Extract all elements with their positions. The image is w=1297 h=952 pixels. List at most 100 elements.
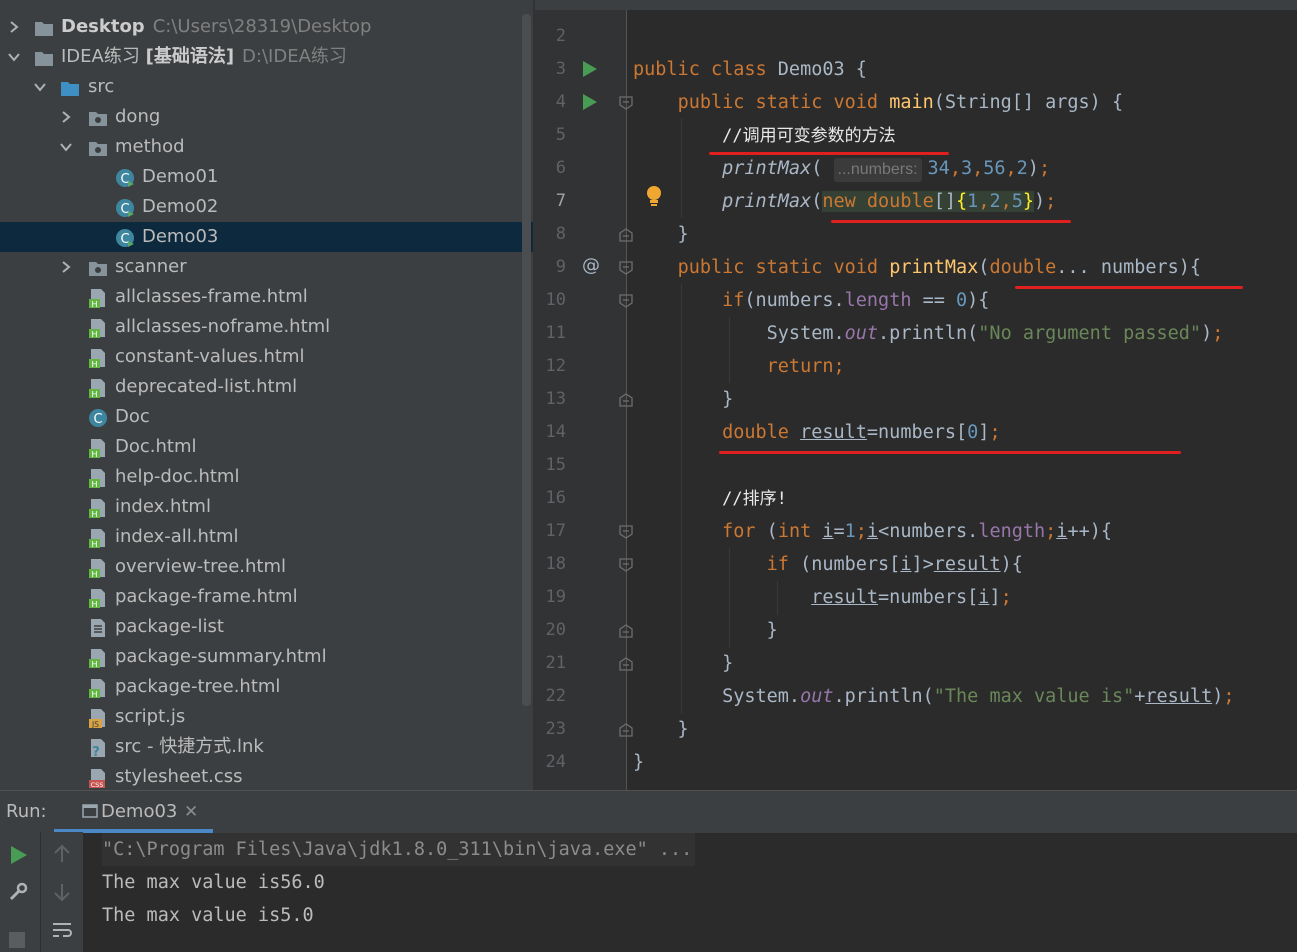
tree-item-demo03[interactable]: C Demo03 [0,222,533,252]
line-number: 8 [555,224,566,244]
text-file-icon [88,618,108,638]
js-file-icon: JS [88,708,108,729]
fold-icon[interactable] [619,557,633,576]
fold-icon[interactable] [619,293,633,312]
java-class-icon: C [115,198,135,218]
tree-item-file[interactable]: H constant-values.html [0,342,533,372]
soft-wrap-icon[interactable] [51,920,73,944]
svg-text:H: H [91,510,97,518]
tree-item-file[interactable]: H deprecated-list.html [0,372,533,402]
line-number: 6 [555,158,566,178]
tree-item-label: Doc.html [115,436,197,457]
arrow-down-icon[interactable] [53,882,71,906]
chevron-right-icon[interactable] [60,261,72,273]
tree-item-file[interactable]: H help-doc.html [0,462,533,492]
tree-item-file[interactable]: JS script.js [0,702,533,732]
run-class-icon[interactable] [583,61,597,81]
tree-item-src[interactable]: src [0,72,533,102]
tree-item-file[interactable]: H allclasses-frame.html [0,282,533,312]
tree-item-file[interactable]: H package-frame.html [0,582,533,612]
tree-item-project[interactable]: IDEA练习 [基础语法] D:\IDEA练习 [0,42,533,72]
tab-demo03[interactable]: Demo03 ✕ [54,791,213,833]
svg-text:H: H [91,570,97,578]
annotation-underline [1015,286,1243,289]
tree-item-label: Demo01 [142,166,219,187]
arrow-up-icon[interactable] [53,844,71,868]
code-line: //调用可变参数的方法 [633,119,895,152]
tree-item-label: script.js [115,706,186,727]
svg-text:CSS: CSS [91,781,104,788]
java-class-icon: C [115,168,135,188]
fold-icon[interactable] [619,656,633,675]
tree-item-label: overview-tree.html [115,556,287,577]
line-number: 17 [545,521,566,541]
source-folder-icon [60,78,80,98]
code-line: System.out.println("No argument passed")… [633,323,1224,344]
svg-text:H: H [91,600,97,608]
tree-item-label: src [88,76,115,97]
rerun-icon[interactable] [11,846,27,868]
code-line: //排序! [633,482,787,515]
annotation-underline [831,220,1071,223]
chevron-down-icon[interactable] [60,141,72,153]
tree-item-file[interactable]: CSS stylesheet.css [0,762,533,790]
fold-icon[interactable] [619,722,633,741]
tree-item-label: Demo03 [142,226,219,247]
tree-item-file[interactable]: C Doc [0,402,533,432]
line-number: 12 [545,356,566,376]
wrench-icon[interactable] [8,882,28,906]
stop-icon[interactable] [9,932,25,952]
tree-item-label: Desktop [61,16,145,37]
tree-item-scanner[interactable]: scanner [0,252,533,282]
code-string: "No argument passed" [978,323,1202,344]
code-editor[interactable]: 2 3 4 5 6 7 8 9 10 11 12 13 14 15 16 17 … [535,0,1297,790]
chevron-right-icon[interactable] [8,21,20,33]
html-file-icon: H [88,378,108,399]
tree-item-method[interactable]: method [0,132,533,162]
svg-text:H: H [91,660,97,668]
tree-item-demo02[interactable]: C Demo02 [0,192,533,222]
tree-item-file[interactable]: H index-all.html [0,522,533,552]
fold-icon[interactable] [619,524,633,543]
tree-item-file[interactable]: H Doc.html [0,432,533,462]
tree-item-label: stylesheet.css [115,766,243,787]
fold-icon[interactable] [619,260,633,279]
run-method-icon[interactable] [583,94,597,114]
tree-item-file[interactable]: H package-tree.html [0,672,533,702]
fold-icon[interactable] [619,623,633,642]
chevron-down-icon[interactable] [34,81,46,93]
line-number: 14 [545,422,566,442]
code-line: public static void main(String[] args) { [677,92,1124,113]
close-icon[interactable]: ✕ [184,791,198,833]
tree-item-file[interactable]: H index.html [0,492,533,522]
code-line: if (numbers[i]>result){ [766,554,1023,575]
recursive-call-icon[interactable]: @ [582,256,600,276]
tree-item-file[interactable]: package-list [0,612,533,642]
tree-item-file[interactable]: H package-summary.html [0,642,533,672]
fold-icon[interactable] [619,392,633,411]
line-number: 5 [555,125,566,145]
tree-item-dong[interactable]: dong [0,102,533,132]
tree-item-path: D:\IDEA练习 [242,46,347,67]
code-line: } [633,752,645,773]
chevron-right-icon[interactable] [60,111,72,123]
tree-item-desktop[interactable]: Desktop C:\Users\28319\Desktop [0,12,533,42]
code-line: } [633,224,689,245]
tree-item-file[interactable]: H allclasses-noframe.html [0,312,533,342]
fold-icon[interactable] [619,227,633,246]
tree-item-file[interactable]: H overview-tree.html [0,552,533,582]
tree-item-label: Doc [115,406,150,427]
tree-item-file[interactable]: ? src - 快捷方式.lnk [0,732,533,762]
code-line: System.out.println("The max value is"+re… [633,686,1235,707]
package-icon [88,138,108,158]
code-line: if(numbers.length == 0){ [722,290,990,311]
line-number: 19 [545,587,566,607]
chevron-down-icon[interactable] [8,51,20,63]
fold-icon[interactable] [619,95,633,114]
tree-scrollbar[interactable] [522,14,531,706]
svg-text:JS: JS [91,720,99,728]
line-number: 4 [555,92,566,112]
tree-item-demo01[interactable]: C Demo01 [0,162,533,192]
code-line: result=numbers[i]; [811,587,1012,608]
line-number: 11 [545,323,566,343]
